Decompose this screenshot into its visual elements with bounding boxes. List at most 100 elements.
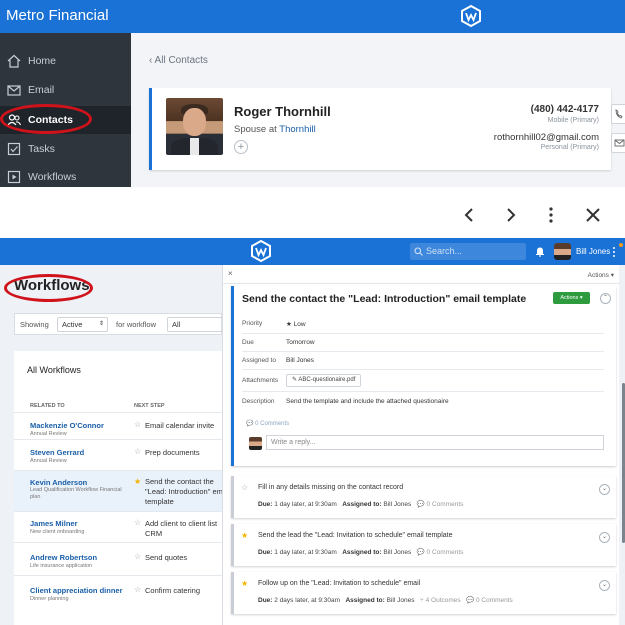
field-key: Description [242, 398, 275, 405]
table-row[interactable]: Mackenzie O'Connor Annual Review ☆ Email… [14, 412, 222, 439]
table-row[interactable]: James Milner New client onboarding ☆ Add… [14, 511, 222, 542]
row-name[interactable]: Mackenzie O'Connor [30, 421, 104, 430]
row-name[interactable]: James Milner [30, 519, 78, 528]
row-step: Email calendar invite [145, 421, 215, 430]
back-button[interactable] [460, 204, 478, 226]
task-item-meta: Due: 1 day later, at 9:30am Assigned to:… [258, 548, 463, 556]
row-name[interactable]: Kevin Anderson [30, 478, 87, 487]
row-name[interactable]: Client appreciation dinner [30, 586, 123, 595]
star-icon[interactable]: ☆ [134, 420, 141, 429]
relation-company-link[interactable]: Thornhill [279, 124, 315, 135]
column-header-related: RELATED TO [30, 403, 65, 409]
due-value: 2 days later, at 9:30am [274, 597, 341, 604]
field-key: Attachments [242, 377, 279, 384]
star-icon[interactable]: ★ [241, 531, 248, 540]
more-button[interactable] [542, 204, 560, 226]
contact-app-panel: Metro Financial Home Email Contacts Task… [0, 0, 625, 187]
workflow-select[interactable]: All [167, 317, 223, 332]
close-panel-button[interactable]: × [228, 269, 233, 278]
contact-phone[interactable]: (480) 442-4177 [531, 104, 599, 115]
expand-button[interactable]: ⌄ [599, 580, 610, 591]
add-button[interactable]: + [234, 140, 248, 154]
app-logo-icon[interactable] [460, 5, 482, 27]
field-value[interactable]: Tomorrow [286, 339, 315, 346]
comments-count[interactable]: 💬 0 Comments [417, 501, 464, 508]
task-item[interactable]: ☆ Fill in any details missing on the con… [231, 476, 616, 518]
table-row-selected[interactable]: Kevin Anderson Lead Qualification Workfl… [14, 470, 223, 511]
phone-type: Mobile (Primary) [547, 117, 599, 124]
sidebar-item-tasks[interactable]: Tasks [0, 135, 131, 163]
field-key: Priority [242, 320, 263, 327]
sidebar-item-home[interactable]: Home [0, 47, 131, 75]
showing-select[interactable]: Active ⇕ [57, 317, 108, 332]
expand-button[interactable]: ⌄ [599, 484, 610, 495]
collapse-button[interactable]: ⌃ [600, 293, 611, 304]
task-card-expanded: Send the contact the "Lead: Introduction… [231, 286, 616, 466]
close-button[interactable] [584, 204, 602, 226]
app-header: Metro Financial [0, 0, 625, 33]
checkbox-icon [7, 142, 21, 156]
field-value[interactable]: Bill Jones [286, 357, 314, 364]
mail-icon [614, 139, 625, 147]
actions-button[interactable]: Actions ▾ [553, 292, 590, 304]
email-button[interactable] [611, 133, 625, 153]
actions-menu[interactable]: Actions ▾ [588, 271, 614, 279]
star-icon[interactable]: ★ [134, 477, 141, 486]
select-arrows-icon: ⇕ [98, 321, 104, 327]
search-icon [414, 247, 423, 256]
table-row[interactable]: Andrew Robertson Life insurance applicat… [14, 542, 222, 575]
due-value: 1 day later, at 9:30am [274, 501, 337, 508]
call-button[interactable] [611, 104, 625, 124]
row-step: Add client to client list CRM [145, 519, 218, 538]
task-item-meta: Due: 1 day later, at 9:30am Assigned to:… [258, 500, 463, 508]
star-icon[interactable]: ☆ [134, 552, 141, 561]
field-description: Description Send the template and includ… [242, 391, 604, 411]
contact-email[interactable]: rothornhill02@gmail.com [494, 132, 599, 143]
field-value: Send the template and include the attach… [286, 398, 449, 405]
comments-count[interactable]: 💬 0 Comments [466, 597, 513, 604]
star-icon[interactable]: ★ [241, 579, 248, 588]
task-item[interactable]: ★ Follow up on the "Lead: Invitation to … [231, 572, 616, 614]
row-name[interactable]: Andrew Robertson [30, 553, 97, 562]
outcomes-count[interactable]: ⑂ 4 Outcomes [420, 597, 461, 604]
chevron-left-icon [464, 208, 473, 222]
bell-icon[interactable] [535, 246, 545, 257]
sidebar-item-workflows[interactable]: Workflows [0, 163, 131, 187]
field-due: Due Tomorrow [242, 333, 604, 351]
app-logo-icon[interactable] [250, 240, 272, 262]
more-vertical-icon[interactable] [612, 246, 616, 258]
relation-prefix: Spouse at [234, 124, 280, 135]
user-name[interactable]: Bill Jones [576, 247, 610, 256]
showing-value: Active [62, 320, 83, 329]
sidebar-item-email[interactable]: Email [0, 76, 131, 104]
search-input[interactable]: Search... [410, 243, 526, 260]
forward-button[interactable] [502, 204, 520, 226]
breadcrumb[interactable]: ‹ All Contacts [149, 55, 208, 66]
star-icon[interactable]: ☆ [134, 447, 141, 456]
row-sub: Dinner planning [30, 596, 69, 602]
row-sub: Annual Review [30, 431, 67, 437]
attachment-chip[interactable]: ✎ ABC-questionaire.pdf [286, 374, 362, 387]
task-title: Send the contact the "Lead: Introduction… [242, 293, 527, 305]
field-value[interactable]: ★ Low [286, 320, 306, 328]
star-icon[interactable]: ☆ [134, 585, 141, 594]
task-item[interactable]: ★ Send the lead the "Lead: Invitation to… [231, 524, 616, 566]
assigned-label: Assigned to: [342, 549, 382, 556]
row-sub: Lead Qualification Workflow Financial pl… [30, 487, 122, 500]
highlight-oval-workflows [4, 274, 93, 302]
more-vertical-icon [549, 207, 553, 223]
avatar [249, 437, 262, 450]
workflows-list-pane: Workflows Showing Active ⇕ for workflow A… [0, 265, 223, 625]
reply-input[interactable]: Write a reply... [266, 435, 604, 450]
user-avatar[interactable] [554, 243, 571, 260]
home-icon [7, 54, 21, 68]
expand-button[interactable]: ⌄ [599, 532, 610, 543]
table-row[interactable]: Steven Gerrard Annual Review ☆ Prep docu… [14, 439, 222, 470]
star-icon[interactable]: ☆ [241, 483, 248, 492]
star-icon[interactable]: ☆ [134, 518, 141, 527]
comments-count[interactable]: 💬 0 Comments [417, 549, 464, 556]
row-sub: Annual Review [30, 458, 67, 464]
table-row[interactable]: Client appreciation dinner Dinner planni… [14, 575, 222, 607]
comments-count[interactable]: 💬 0 Comments [246, 420, 289, 427]
row-name[interactable]: Steven Gerrard [30, 448, 84, 457]
